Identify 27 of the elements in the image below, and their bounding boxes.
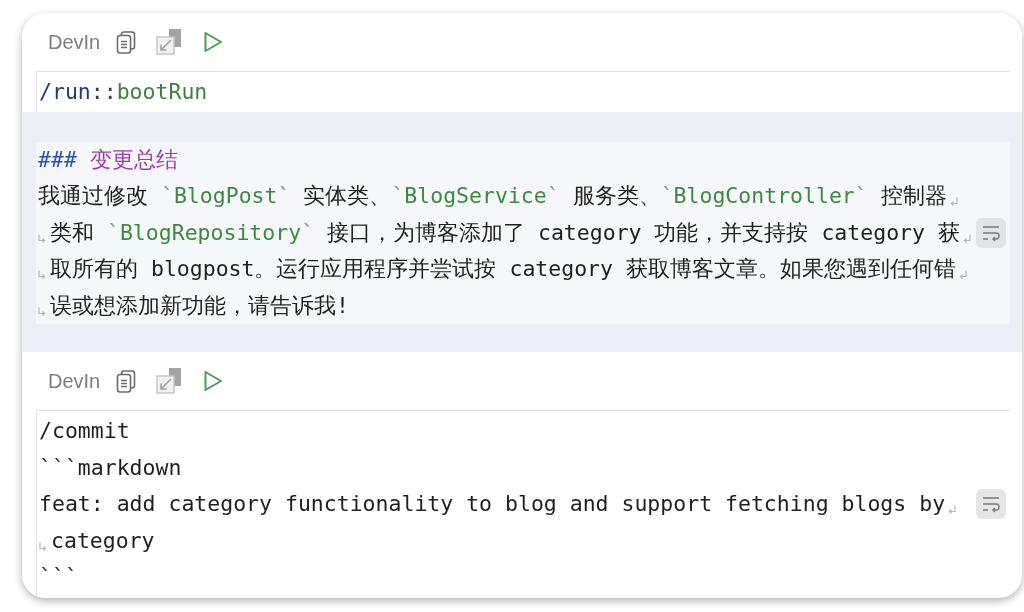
code-line: category <box>51 526 155 555</box>
input-field[interactable]: /commit ```markdown feat: add category functionality to blog and support fetching blogs by category ``` <box>36 410 1010 597</box>
wrap-arrow-icon <box>39 541 47 552</box>
code-line: ```markdown <box>39 453 182 482</box>
message-line: 我通过修改 `BlogPost` 实体类、`BlogService` 服务类、`BlogController` 控制器 <box>38 182 947 210</box>
play-icon[interactable] <box>203 31 224 53</box>
copy-icon[interactable] <box>116 369 137 393</box>
soft-wrap-icon[interactable] <box>976 217 1006 248</box>
input-field[interactable]: /run::bootRun <box>36 71 1010 112</box>
message-line: 误或想添加新功能，请告诉我! <box>50 291 349 320</box>
code-line: feat: add category functionality to blog and support fetching blogs by <box>39 490 946 518</box>
message-line: 类和 `BlogRepository` 接口，为博客添加了 category 功能，并支持按 category 获 <box>50 218 960 247</box>
play-icon[interactable] <box>203 370 224 392</box>
header-label: DevIn <box>48 369 101 394</box>
code-line: ``` <box>39 563 78 591</box>
insert-arrow-icon[interactable] <box>156 368 183 394</box>
wrap-arrow-icon <box>38 233 46 244</box>
header-label: DevIn <box>48 30 101 55</box>
copy-icon[interactable] <box>116 30 137 54</box>
code-line: /run::bootRun <box>39 78 208 106</box>
code-line: /commit <box>39 417 130 445</box>
wrap-arrow-icon <box>38 306 46 317</box>
message-line: 取所有的 blogpost。运行应用程序并尝试按 category 获取博客文章。如果您遇到任何错 <box>50 255 956 283</box>
wrap-arrow-icon <box>38 270 46 281</box>
message-line: ### 变更总结 <box>38 145 178 174</box>
insert-arrow-icon[interactable] <box>156 29 183 55</box>
soft-wrap-icon[interactable] <box>976 489 1006 519</box>
